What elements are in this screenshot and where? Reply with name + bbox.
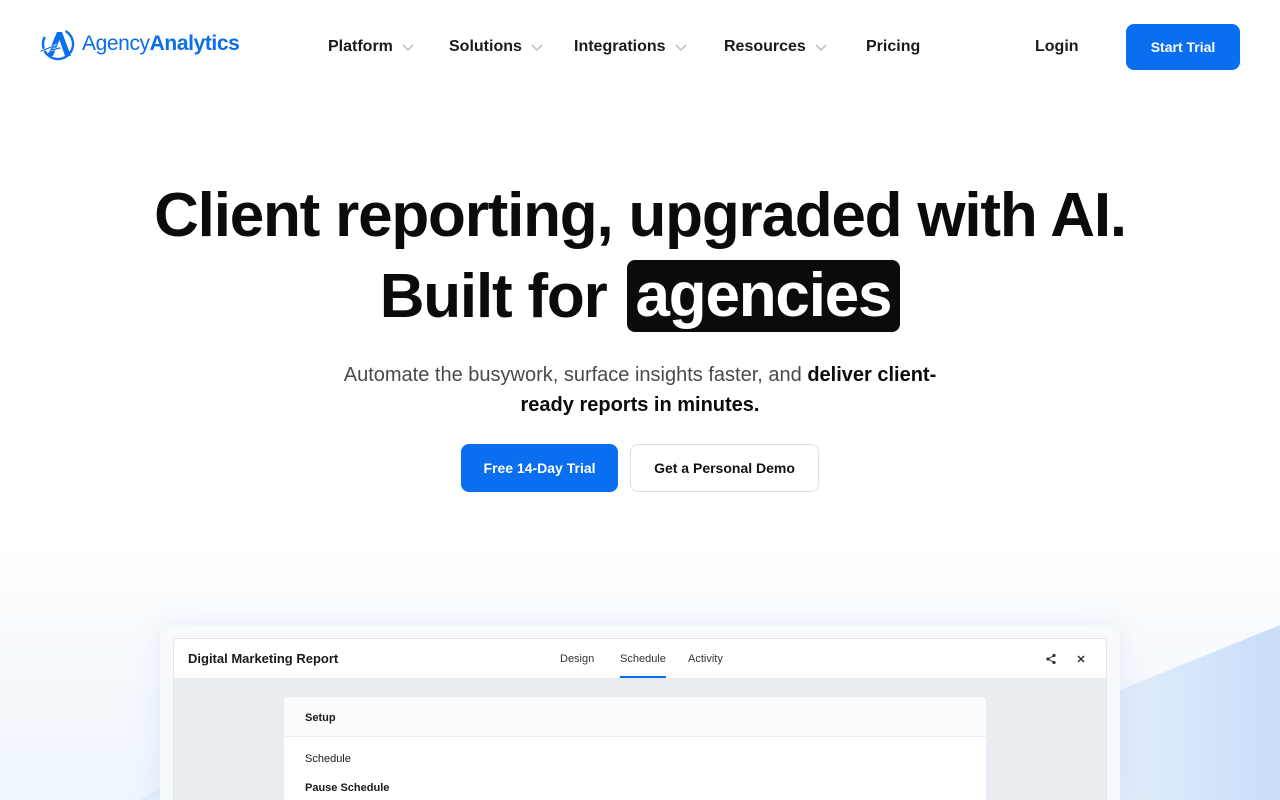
nav-item-resources[interactable]: Resources [724,34,828,60]
tab-activity[interactable]: Activity [688,653,723,665]
hero-headline-highlight: agencies [626,260,901,332]
personal-demo-button[interactable]: Get a Personal Demo [630,444,819,492]
close-icon[interactable] [1075,653,1087,665]
pause-schedule-row[interactable]: Pause Schedule [305,782,389,794]
chevron-down-icon [815,44,827,52]
share-icon[interactable] [1045,653,1057,665]
schedule-row[interactable]: Schedule [305,753,351,765]
nav-item-solutions[interactable]: Solutions [449,34,544,60]
agency-analytics-logo-icon [40,27,75,61]
nav-item-label: Solutions [449,38,522,55]
nav-item-label: Resources [724,38,806,55]
hero-sub-regular: Automate the busywork, surface insights … [343,364,808,386]
hero-headline-line2: Built for agencies [0,258,1280,334]
brand-name-bold: Analytics [149,32,240,55]
report-title: Digital Marketing Report [188,651,339,666]
hero-headline: Client reporting, upgraded with AI. [154,181,1127,250]
report-editor-toolbar: Digital Marketing Report Design Schedule… [174,639,1106,679]
nav-item-label: Pricing [866,38,921,55]
hero-subheadline: Automate the busywork, surface insights … [340,360,940,420]
setup-panel-heading: Setup [284,697,986,737]
login-link[interactable]: Login [1035,34,1079,60]
nav-item-platform[interactable]: Platform [328,34,415,60]
chevron-down-icon [402,44,414,52]
brand-logo[interactable]: AgencyAnalytics [40,27,240,61]
site-header: AgencyAnalytics Platform Solutions Integ… [0,0,1280,94]
tab-schedule[interactable]: Schedule [620,653,666,678]
nav-item-pricing[interactable]: Pricing [866,34,920,60]
nav-item-label: Integrations [574,38,666,55]
chevron-down-icon [675,44,687,52]
brand-wordmark: AgencyAnalytics [82,32,240,56]
hero-headline-prefix: Built for [379,261,608,331]
chevron-down-icon [531,44,543,52]
setup-panel: Setup Schedule Pause Schedule [284,697,986,800]
nav-item-integrations[interactable]: Integrations [574,34,688,60]
tab-design[interactable]: Design [560,653,594,665]
start-trial-button[interactable]: Start Trial [1126,24,1240,70]
free-trial-button[interactable]: Free 14-Day Trial [461,444,618,492]
nav-item-label: Platform [328,38,393,55]
brand-name-light: Agency [82,32,150,55]
report-editor-preview: Digital Marketing Report Design Schedule… [173,638,1107,800]
